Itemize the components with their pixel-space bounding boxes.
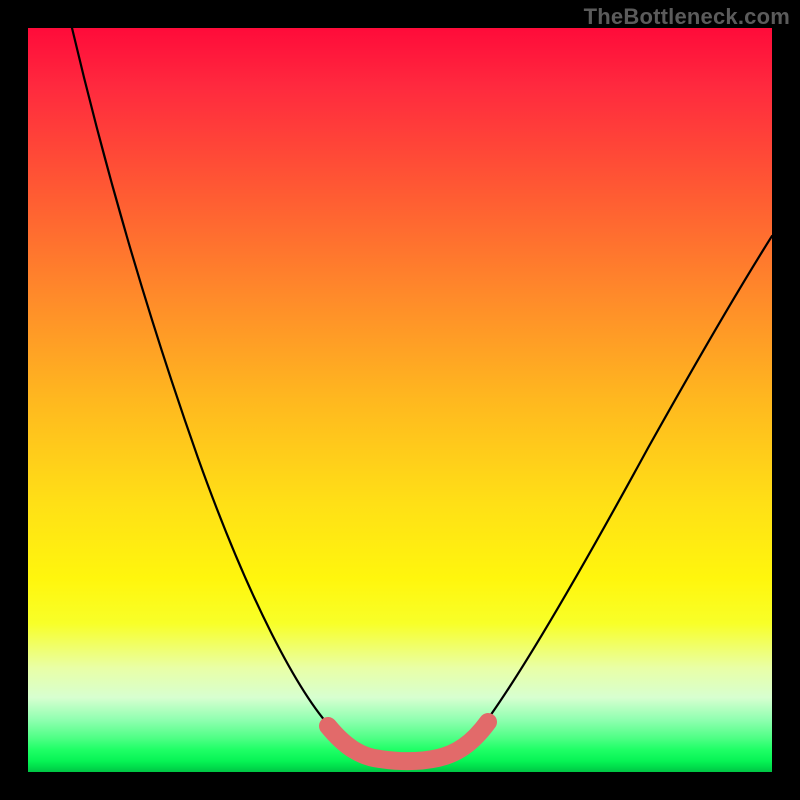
bottleneck-curve bbox=[72, 28, 772, 760]
chart-frame: TheBottleneck.com bbox=[0, 0, 800, 800]
plot-area bbox=[28, 28, 772, 772]
watermark-text: TheBottleneck.com bbox=[584, 4, 790, 30]
optimal-band bbox=[328, 722, 488, 761]
curve-svg bbox=[28, 28, 772, 772]
